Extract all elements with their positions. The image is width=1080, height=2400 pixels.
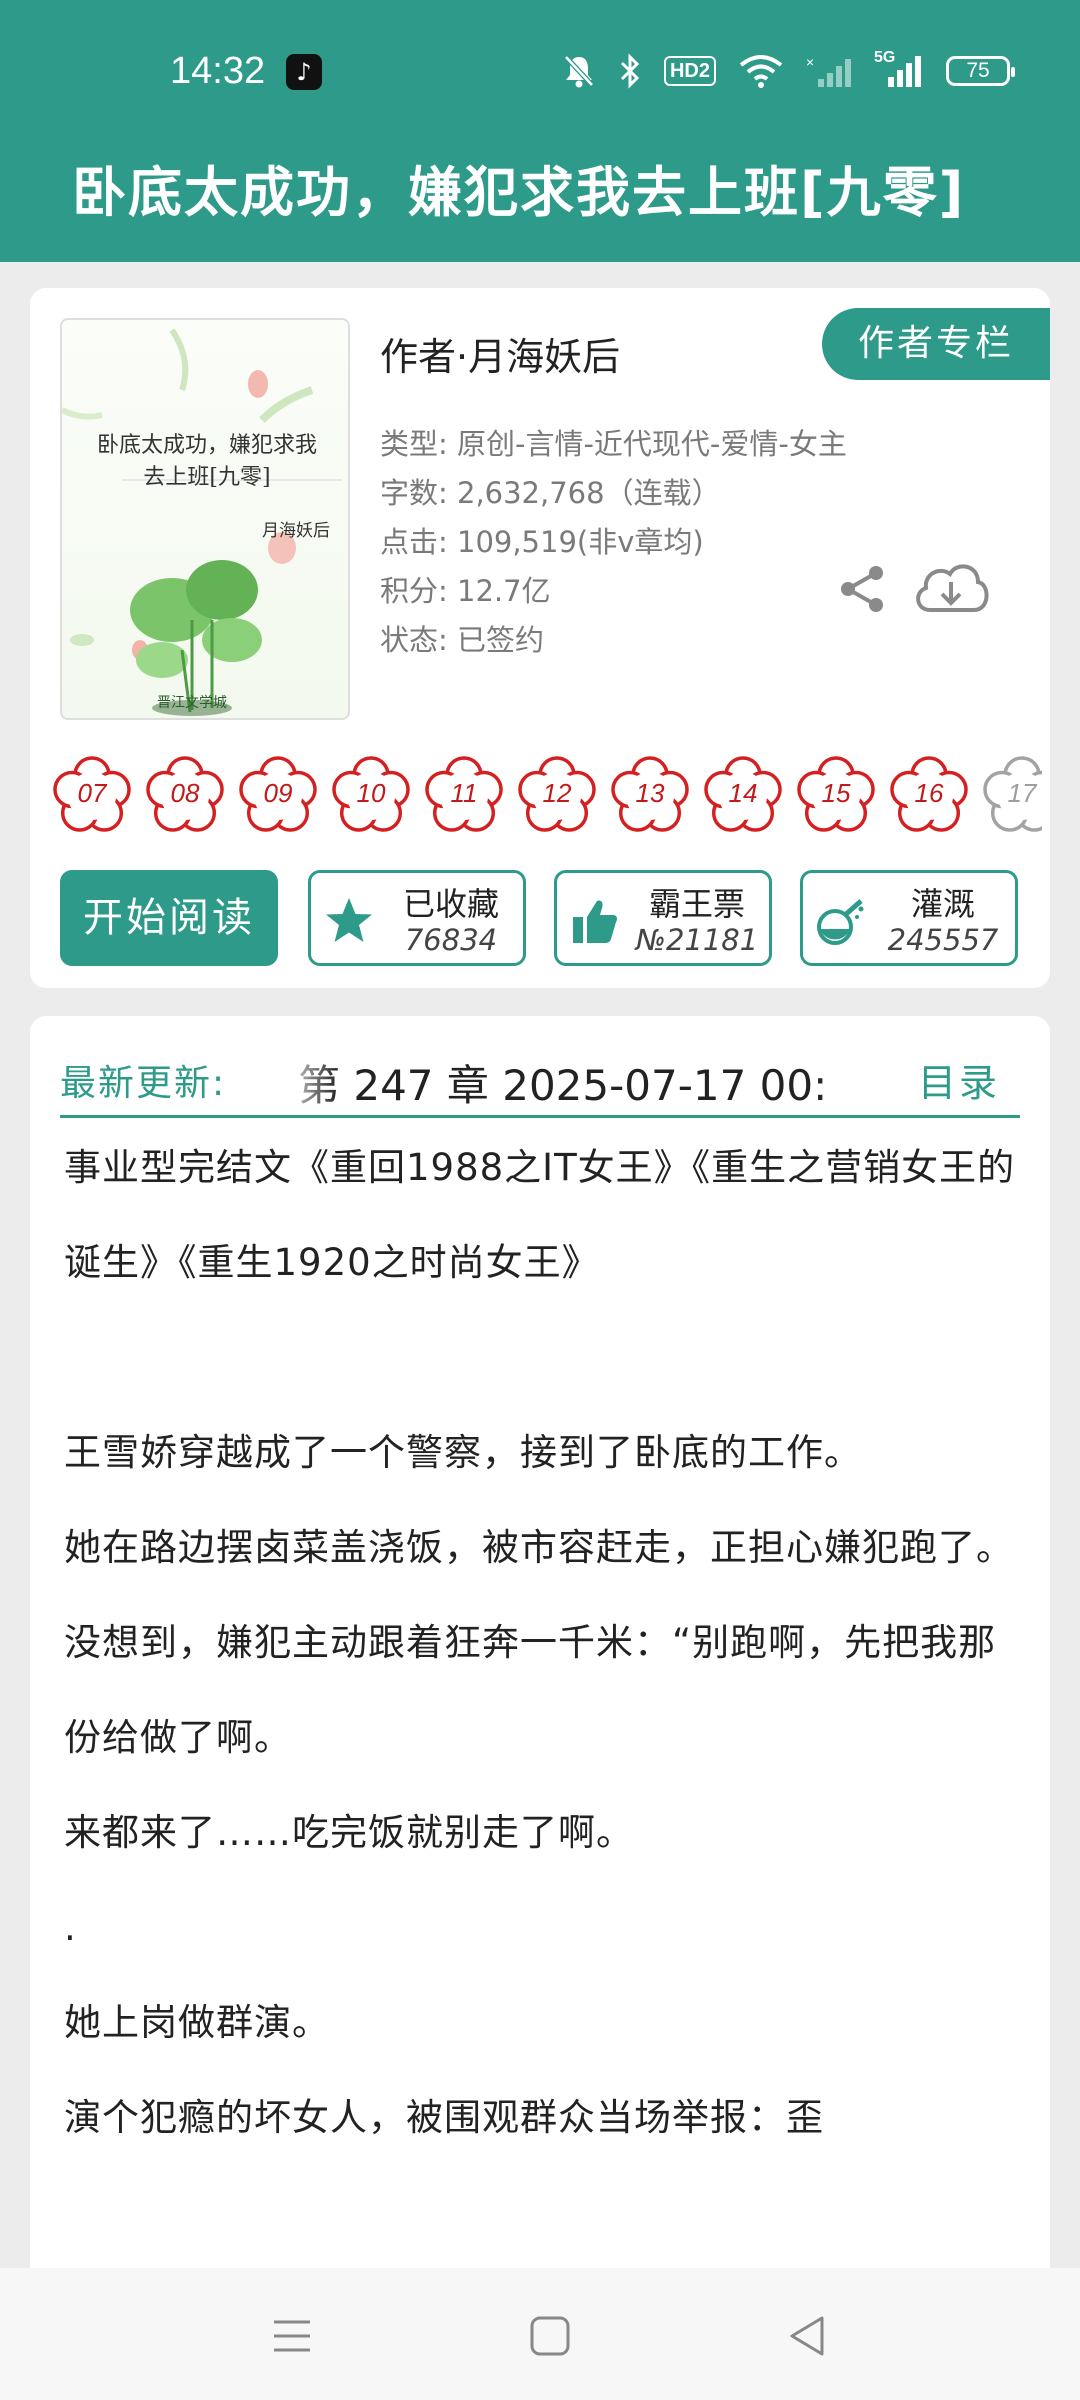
book-description: 事业型完结文《重回1988之IT女王》《重生之营销女王的诞生》《重生1920之时…: [64, 1120, 1024, 2165]
description-card: 最新更新: 第 247 章 2025-07-17 00: 目录 事业型完结文《重…: [30, 1016, 1050, 2400]
description-paragraph: 她在路边摆卤菜盖浇饭，被市容赶走，正担心嫌犯跑了。: [64, 1526, 1014, 1569]
nutrient-label: 灌溉: [910, 885, 975, 923]
status-time: 14:32: [170, 50, 266, 92]
book-cover[interactable]: 卧底太成功，嫌犯求我 去上班[九零] 月海妖后 晋江文学城: [60, 318, 350, 720]
cover-author: 月海妖后: [262, 521, 330, 541]
menu-icon[interactable]: [266, 2310, 318, 2362]
latest-update-row[interactable]: 最新更新: 第 247 章 2025-07-17 00: 目录: [60, 1038, 1020, 1118]
latest-update-label: 最新更新:: [60, 1063, 227, 1104]
meta-score: 积分: 12.7亿: [380, 574, 551, 608]
description-paragraph: 事业型完结文《重回1988之IT女王》《重生之营销女王的诞生》《重生1920之时…: [64, 1146, 1016, 1284]
latest-chapter-ticker[interactable]: 第 247 章 2025-07-17 00:: [298, 1052, 938, 1113]
meta-status: 状态: 已签约: [380, 623, 544, 657]
cover-title-line-2: 去上班[九零]: [143, 465, 271, 490]
medal-number: 08: [170, 778, 200, 808]
favorite-count: 76834: [404, 923, 498, 957]
medal-badge[interactable]: 12: [517, 756, 597, 836]
book-info-card: 卧底太成功，嫌犯求我 去上班[九零] 月海妖后 晋江文学城 作者·月海妖后 作者…: [30, 288, 1050, 988]
action-buttons: 开始阅读 已收藏 76834 霸王票 №21181 灌溉 245557: [60, 870, 1020, 970]
cover-title-line-1: 卧底太成功，嫌犯求我: [96, 433, 317, 458]
medal-number: 09: [263, 778, 293, 808]
cover-title: 卧底太成功，嫌犯求我 去上班[九零]: [72, 430, 342, 494]
signal-bars-icon: [888, 56, 921, 87]
medal-badge[interactable]: 09: [238, 756, 318, 836]
meta-word-count: 字数: 2,632,768（连载）: [380, 476, 721, 510]
medal-badge[interactable]: 11: [424, 756, 504, 836]
description-paragraph: 演个犯瘾的坏女人，被围观群众当场举报：歪: [64, 2096, 824, 2139]
medal-badge[interactable]: 13: [610, 756, 690, 836]
tiktok-notification-icon: ♪: [286, 54, 322, 90]
favorite-button[interactable]: 已收藏 76834: [308, 870, 526, 966]
medal-badge[interactable]: 15: [796, 756, 876, 836]
nutrient-count: 245557: [887, 923, 999, 957]
meta-genre: 类型: 原创-言情-近代现代-爱情-女主: [380, 427, 847, 461]
wifi-icon: [739, 55, 783, 88]
description-paragraph: 没想到，嫌犯主动跟着狂奔一千米：“别跑啊，先把我那份给做了啊。: [64, 1621, 997, 1759]
overlord-ticket-button[interactable]: 霸王票 №21181: [554, 870, 772, 966]
medal-number: 14: [728, 778, 758, 808]
system-navigation-bar: [0, 2268, 1080, 2400]
status-bar: 14:32 ♪ HD2 × 5G 75: [0, 0, 1080, 140]
start-reading-button[interactable]: 开始阅读: [60, 870, 278, 966]
meta-clicks: 点击: 109,519(非v章均): [380, 525, 704, 559]
medal-badge[interactable]: 07: [52, 756, 132, 836]
cloud-download-icon[interactable]: [910, 556, 992, 622]
description-paragraph: 她上岗做群演。: [64, 2001, 330, 2044]
medal-badge[interactable]: 14: [703, 756, 783, 836]
share-icon[interactable]: [836, 563, 888, 615]
app-header: 14:32 ♪ HD2 × 5G 75 卧底太成功，嫌犯求我去上班[九零]: [0, 0, 1080, 262]
star-icon: [326, 898, 372, 942]
home-icon[interactable]: [524, 2310, 576, 2362]
favorite-label: 已收藏: [402, 885, 499, 923]
medal-number: 13: [635, 778, 665, 808]
medal-number: 12: [542, 778, 572, 808]
flask-icon: [817, 899, 864, 945]
medal-row: 07 08 09 10 11 12 13 14 15 16 17: [52, 756, 1042, 840]
back-icon[interactable]: [782, 2310, 834, 2362]
nutrient-button[interactable]: 灌溉 245557: [800, 870, 1018, 966]
page-title: 卧底太成功，嫌犯求我去上班[九零]: [72, 161, 966, 224]
hd-voice-badge: HD2: [663, 56, 716, 86]
medal-number: 16: [914, 778, 944, 808]
medal-badge[interactable]: 16: [889, 756, 969, 836]
medal-number: 10: [356, 778, 386, 808]
medal-number: 17: [1007, 778, 1037, 808]
book-meta: 类型: 原创-言情-近代现代-爱情-女主 字数: 2,632,768（连载） 点…: [380, 420, 847, 665]
medal-number: 07: [77, 778, 107, 808]
status-icons: HD2 × 5G 75: [562, 49, 1015, 92]
author-name[interactable]: 作者·月海妖后: [380, 326, 620, 381]
signal-sim2-icon: 5G: [874, 49, 924, 89]
signal-sim1-icon: ×: [806, 54, 851, 87]
author-column-button[interactable]: 作者专栏: [822, 308, 1050, 380]
table-of-contents-link[interactable]: 目录: [918, 1052, 1000, 1107]
battery-indicator: 75: [946, 56, 1015, 86]
overlord-ticket-rank: №21181: [635, 923, 759, 957]
medal-badge[interactable]: 10: [331, 756, 411, 836]
cover-publisher-logo: 晋江文学城: [157, 695, 227, 711]
overlord-ticket-label: 霸王票: [648, 885, 745, 923]
medal-badge[interactable]: 08: [145, 756, 225, 836]
description-paragraph: 来都来了……吃完饭就别走了啊。: [64, 1811, 634, 1854]
thumbs-up-icon: [573, 900, 617, 943]
mute-bell-icon: [564, 55, 594, 88]
svg-text:×: ×: [806, 54, 814, 70]
medal-badge[interactable]: 17: [982, 756, 1042, 836]
bluetooth-icon: [620, 53, 640, 89]
description-paragraph: .: [64, 1906, 77, 1949]
description-paragraph: 王雪娇穿越成了一个警察，接到了卧底的工作。: [64, 1431, 862, 1474]
medal-number: 15: [821, 778, 851, 808]
medal-number: 11: [450, 778, 478, 808]
description-blank-line: [64, 1310, 1024, 1405]
